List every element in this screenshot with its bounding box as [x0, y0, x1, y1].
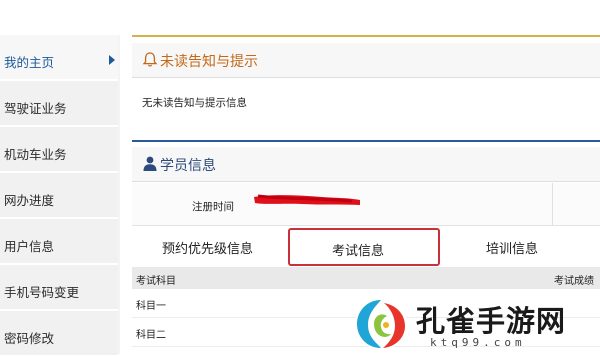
student-title: 学员信息: [160, 158, 216, 174]
exam-table-header: 考试科目 考试成绩: [132, 267, 600, 289]
sidebar-item-label: 驾驶证业务: [4, 101, 67, 116]
notice-title: 未读告知与提示: [160, 54, 258, 70]
tab-exam[interactable]: 考试信息: [288, 228, 440, 266]
divider: [132, 140, 600, 142]
sidebar-item-label: 机动车业务: [4, 147, 67, 162]
sidebar-item-home[interactable]: 我的主页: [0, 35, 118, 81]
tab-label: 考试信息: [332, 244, 385, 259]
sidebar-item-license[interactable]: 驾驶证业务: [0, 81, 118, 127]
sidebar-item-progress[interactable]: 网办进度: [0, 173, 118, 219]
exam-subject: 科目二: [136, 330, 166, 341]
info-tabs: 预约优先级信息 考试信息 培训信息: [132, 228, 600, 266]
bell-icon: [142, 52, 158, 67]
tab-training[interactable]: 培训信息: [452, 228, 592, 266]
notice-panel-header: 未读告知与提示: [132, 43, 600, 78]
sidebar-item-password[interactable]: 密码修改: [0, 311, 118, 357]
redaction-mark: [254, 194, 360, 205]
chevron-right-icon: [109, 55, 115, 65]
exam-subject: 科目一: [136, 301, 166, 312]
sidebar-item-label: 密码修改: [4, 331, 55, 346]
sidebar-item-label: 用户信息: [4, 239, 55, 254]
sidebar-item-user-info[interactable]: 用户信息: [0, 219, 118, 265]
user-icon: [143, 156, 157, 171]
watermark-url: ktq99.com: [430, 336, 526, 349]
tab-priority[interactable]: 预约优先级信息: [132, 228, 282, 266]
registration-label: 注册时间: [192, 201, 234, 213]
watermark-text: 孔雀手游网: [416, 304, 567, 338]
column-header: 考试成绩: [554, 276, 594, 287]
sidebar: 我的主页 驾驶证业务 机动车业务 网办进度 用户信息 手机号码变更 密码修改: [0, 35, 120, 357]
tab-label: 预约优先级信息: [162, 242, 254, 257]
peacock-logo-icon: [355, 298, 407, 350]
column-header: 考试科目: [136, 276, 176, 287]
sidebar-item-phone-change[interactable]: 手机号码变更: [0, 265, 118, 311]
divider: [552, 183, 553, 225]
divider: [132, 35, 600, 37]
notice-message: 无未读告知与提示信息: [142, 97, 247, 109]
page: 我的主页 驾驶证业务 机动车业务 网办进度 用户信息 手机号码变更 密码修改 未…: [0, 0, 600, 357]
tab-label: 培训信息: [486, 242, 539, 257]
watermark: 孔雀手游网 ktq99.com: [350, 292, 600, 354]
sidebar-item-label: 我的主页: [4, 55, 55, 70]
sidebar-item-label: 手机号码变更: [4, 285, 80, 300]
registration-row: 注册时间: [132, 183, 600, 226]
sidebar-item-label: 网办进度: [4, 193, 55, 208]
student-panel-header: 学员信息: [132, 147, 600, 182]
sidebar-item-vehicle[interactable]: 机动车业务: [0, 127, 118, 173]
